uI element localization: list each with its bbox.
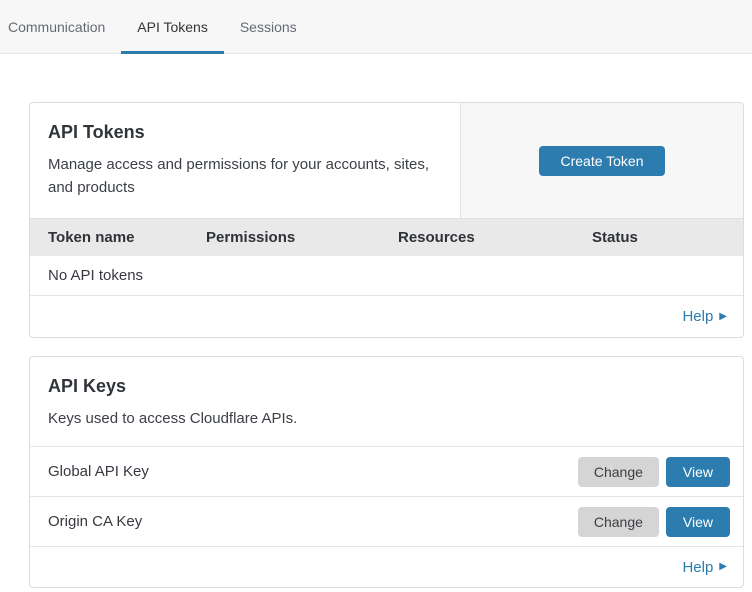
key-name-global-api-key: Global API Key — [48, 463, 578, 480]
key-name-origin-ca-key: Origin CA Key — [48, 513, 578, 530]
key-row-global-api-key: Global API Key Change View — [30, 446, 743, 496]
api-tokens-title: API Tokens — [48, 122, 442, 143]
origin-ca-key-change-button[interactable]: Change — [578, 507, 659, 537]
create-token-button[interactable]: Create Token — [539, 146, 664, 176]
tokens-table-header-permissions: Permissions — [206, 229, 398, 246]
api-keys-help-label: Help — [682, 559, 713, 576]
tokens-table-header-status: Status — [592, 229, 725, 246]
key-actions-origin-ca: Change View — [578, 507, 730, 537]
tab-sessions[interactable]: Sessions — [224, 0, 313, 53]
api-keys-card: API Keys Keys used to access Cloudflare … — [29, 356, 744, 588]
tokens-empty-message: No API tokens — [48, 267, 143, 284]
api-keys-description: Keys used to access Cloudflare APIs. — [48, 407, 725, 430]
tab-sessions-label: Sessions — [240, 19, 297, 35]
tab-api-tokens[interactable]: API Tokens — [121, 0, 224, 53]
api-tokens-description: Manage access and permissions for your a… — [48, 153, 442, 199]
key-actions-global: Change View — [578, 457, 730, 487]
api-keys-card-header: API Keys Keys used to access Cloudflare … — [30, 357, 743, 446]
tokens-table-header: Token name Permissions Resources Status — [30, 218, 743, 256]
tokens-table-header-resources: Resources — [398, 229, 592, 246]
global-api-key-change-button[interactable]: Change — [578, 457, 659, 487]
tokens-table-empty-row: No API tokens — [30, 256, 743, 296]
tab-bar: Communication API Tokens Sessions — [0, 0, 752, 54]
tokens-table-header-token-name: Token name — [48, 229, 206, 246]
api-tokens-card-action-panel: Create Token — [460, 103, 743, 218]
help-arrow-icon: ▶ — [719, 562, 727, 572]
tab-api-tokens-label: API Tokens — [137, 19, 208, 35]
help-arrow-icon: ▶ — [719, 312, 727, 322]
api-keys-card-footer: Help ▶ — [30, 546, 743, 587]
api-tokens-help-label: Help — [682, 308, 713, 325]
api-keys-help-link[interactable]: Help ▶ — [682, 559, 727, 576]
api-tokens-card-intro: API Tokens Manage access and permissions… — [30, 103, 460, 218]
origin-ca-key-view-button[interactable]: View — [666, 507, 730, 537]
global-api-key-view-button[interactable]: View — [666, 457, 730, 487]
api-tokens-card-footer: Help ▶ — [30, 296, 743, 337]
api-keys-title: API Keys — [48, 376, 725, 397]
api-tokens-card-header: API Tokens Manage access and permissions… — [30, 103, 743, 218]
key-row-origin-ca-key: Origin CA Key Change View — [30, 496, 743, 546]
api-tokens-help-link[interactable]: Help ▶ — [682, 308, 727, 325]
api-tokens-card: API Tokens Manage access and permissions… — [29, 102, 744, 338]
tab-communication-label: Communication — [8, 19, 105, 35]
tab-communication[interactable]: Communication — [8, 0, 121, 53]
